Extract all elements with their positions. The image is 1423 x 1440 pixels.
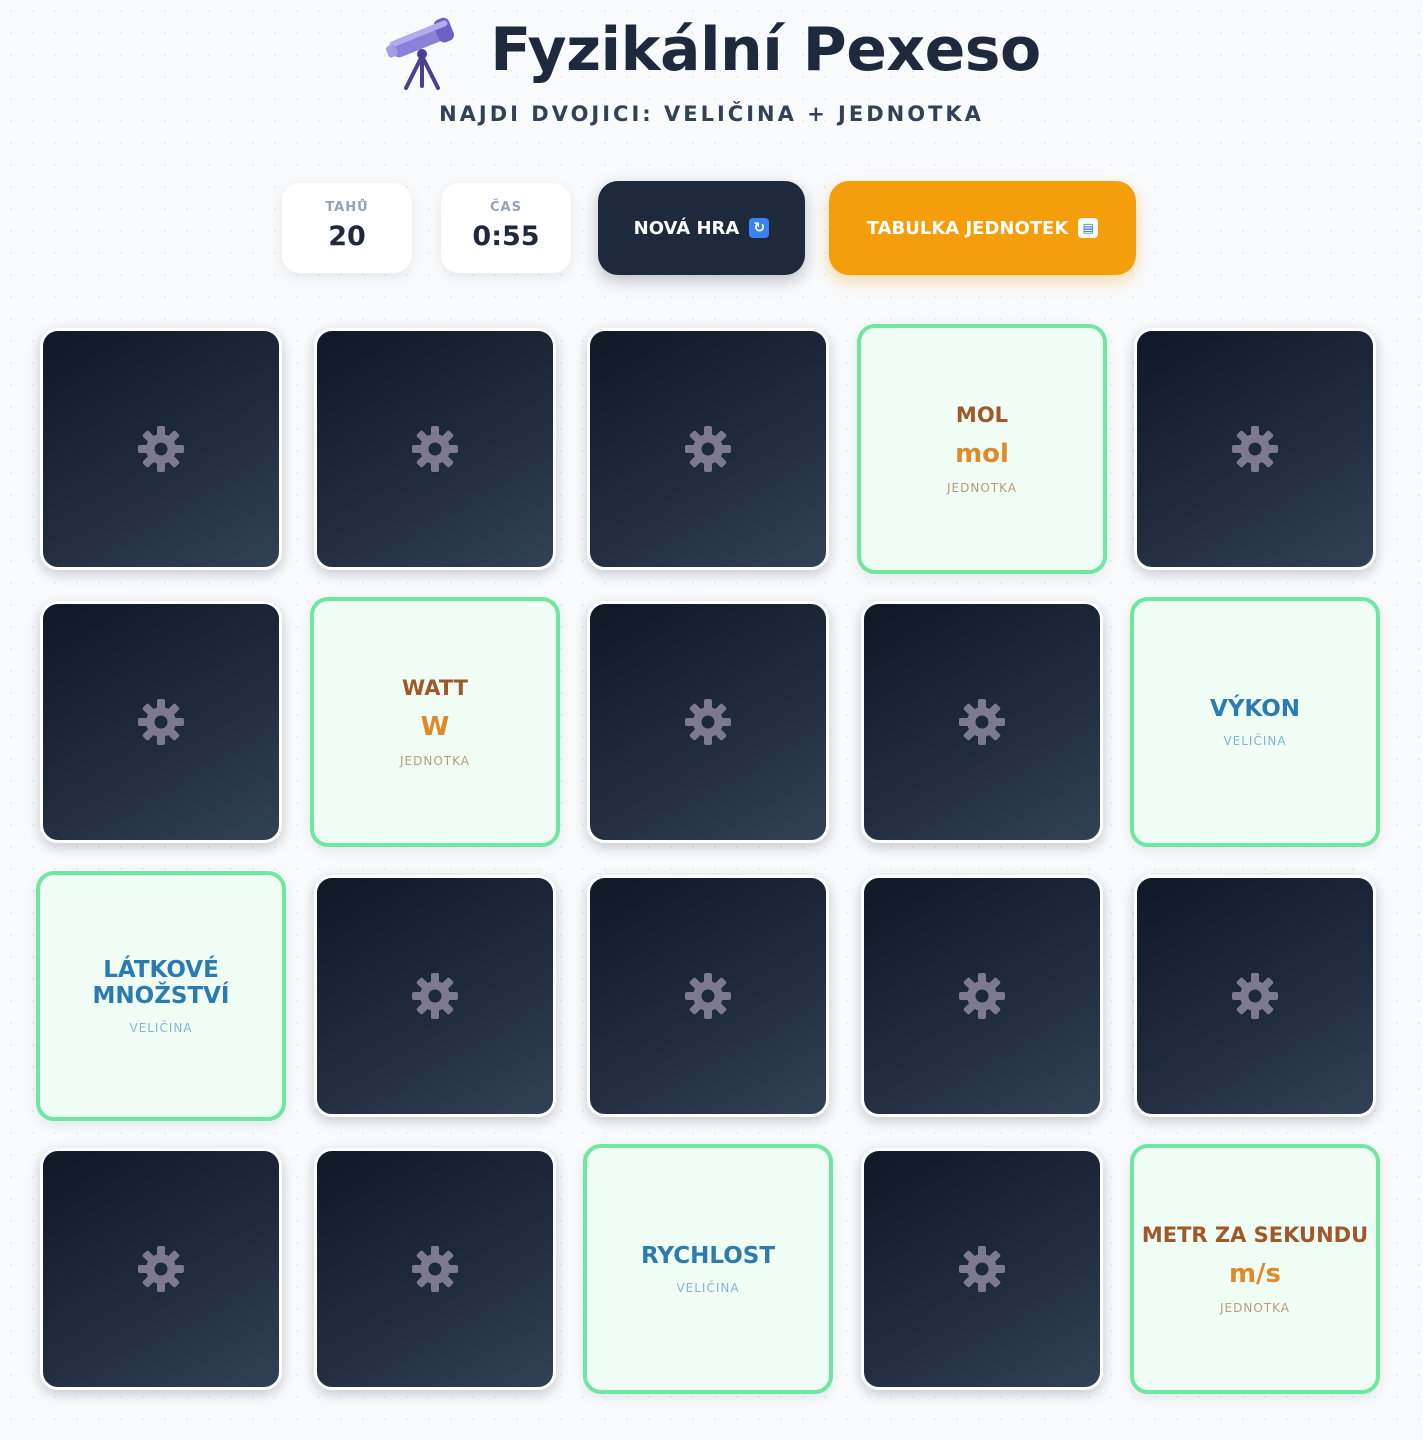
card-hidden[interactable] bbox=[40, 328, 282, 570]
page-title: Fyzikální Pexeso bbox=[490, 15, 1041, 85]
card-hidden[interactable] bbox=[861, 1148, 1103, 1390]
gear-icon bbox=[138, 699, 184, 745]
card-quantity-name: RYCHLOST bbox=[640, 1243, 776, 1269]
card-unit-name: WATT bbox=[402, 676, 468, 700]
card-type-label: JEDNOTKA bbox=[947, 481, 1017, 495]
card-type-label: VELIČINA bbox=[1223, 734, 1287, 748]
moves-value: 20 bbox=[328, 221, 366, 252]
card-hidden[interactable] bbox=[40, 601, 282, 843]
card-matched[interactable]: RYCHLOST VELIČINA bbox=[583, 1144, 833, 1394]
gear-icon bbox=[412, 973, 458, 1019]
gear-icon bbox=[959, 1246, 1005, 1292]
telescope-icon bbox=[386, 17, 455, 90]
units-table-button[interactable]: TABULKA JEDNOTEK ▤ bbox=[829, 181, 1136, 275]
card-type-label: JEDNOTKA bbox=[1220, 1301, 1290, 1315]
card-hidden[interactable] bbox=[314, 328, 556, 570]
card-unit-symbol: m/s bbox=[1228, 1259, 1282, 1289]
card-unit-symbol: W bbox=[420, 712, 450, 742]
card-matched[interactable]: VÝKON VELIČINA bbox=[1130, 597, 1380, 847]
card-matched[interactable]: METR ZA SEKUNDU m/s JEDNOTKA bbox=[1130, 1144, 1380, 1394]
refresh-icon: ↻ bbox=[749, 218, 770, 238]
card-hidden[interactable] bbox=[314, 875, 556, 1117]
time-counter: ČAS 0:55 bbox=[441, 183, 571, 273]
gear-icon bbox=[685, 973, 731, 1019]
card-quantity-name: VÝKON bbox=[1209, 696, 1301, 722]
card-hidden[interactable] bbox=[40, 1148, 282, 1390]
card-type-label: VELIČINA bbox=[676, 1281, 740, 1295]
time-value: 0:55 bbox=[472, 221, 540, 252]
gear-icon bbox=[959, 973, 1005, 1019]
new-game-label: NOVÁ HRA bbox=[633, 217, 740, 239]
card-matched[interactable]: MOL mol JEDNOTKA bbox=[857, 324, 1107, 574]
gear-icon bbox=[138, 426, 184, 472]
card-hidden[interactable] bbox=[1134, 875, 1376, 1117]
card-matched[interactable]: LÁTKOVÉ MNOŽSTVÍ VELIČINA bbox=[36, 871, 286, 1121]
card-unit-name: MOL bbox=[955, 403, 1009, 427]
title-row: Fyzikální Pexeso bbox=[0, 10, 1423, 90]
moves-label: TAHŮ bbox=[325, 200, 369, 215]
gear-icon bbox=[138, 1246, 184, 1292]
time-label: ČAS bbox=[490, 200, 522, 215]
card-quantity-name: LÁTKOVÉ MNOŽSTVÍ bbox=[92, 957, 230, 1009]
card-hidden[interactable] bbox=[587, 875, 829, 1117]
card-hidden[interactable] bbox=[861, 875, 1103, 1117]
book-icon: ▤ bbox=[1078, 218, 1099, 238]
card-hidden[interactable] bbox=[314, 1148, 556, 1390]
units-table-label: TABULKA JEDNOTEK bbox=[866, 217, 1069, 239]
card-type-label: VELIČINA bbox=[129, 1021, 193, 1035]
card-hidden[interactable] bbox=[1134, 328, 1376, 570]
card-unit-name: METR ZA SEKUNDU bbox=[1141, 1223, 1369, 1247]
card-hidden[interactable] bbox=[587, 328, 829, 570]
gear-icon bbox=[412, 426, 458, 472]
gear-icon bbox=[685, 699, 731, 745]
new-game-button[interactable]: NOVÁ HRA ↻ bbox=[598, 181, 805, 275]
page-subtitle: NAJDI DVOJICI: VELIČINA + JEDNOTKA bbox=[439, 102, 984, 126]
card-unit-symbol: mol bbox=[955, 439, 1009, 469]
gear-icon bbox=[685, 426, 731, 472]
gear-icon bbox=[1232, 973, 1278, 1019]
card-type-label: JEDNOTKA bbox=[400, 754, 470, 768]
moves-counter: TAHŮ 20 bbox=[282, 183, 412, 273]
gear-icon bbox=[1232, 426, 1278, 472]
card-matched[interactable]: WATT W JEDNOTKA bbox=[310, 597, 560, 847]
card-hidden[interactable] bbox=[861, 601, 1103, 843]
gear-icon bbox=[412, 1246, 458, 1292]
gear-icon bbox=[959, 699, 1005, 745]
card-hidden[interactable] bbox=[587, 601, 829, 843]
